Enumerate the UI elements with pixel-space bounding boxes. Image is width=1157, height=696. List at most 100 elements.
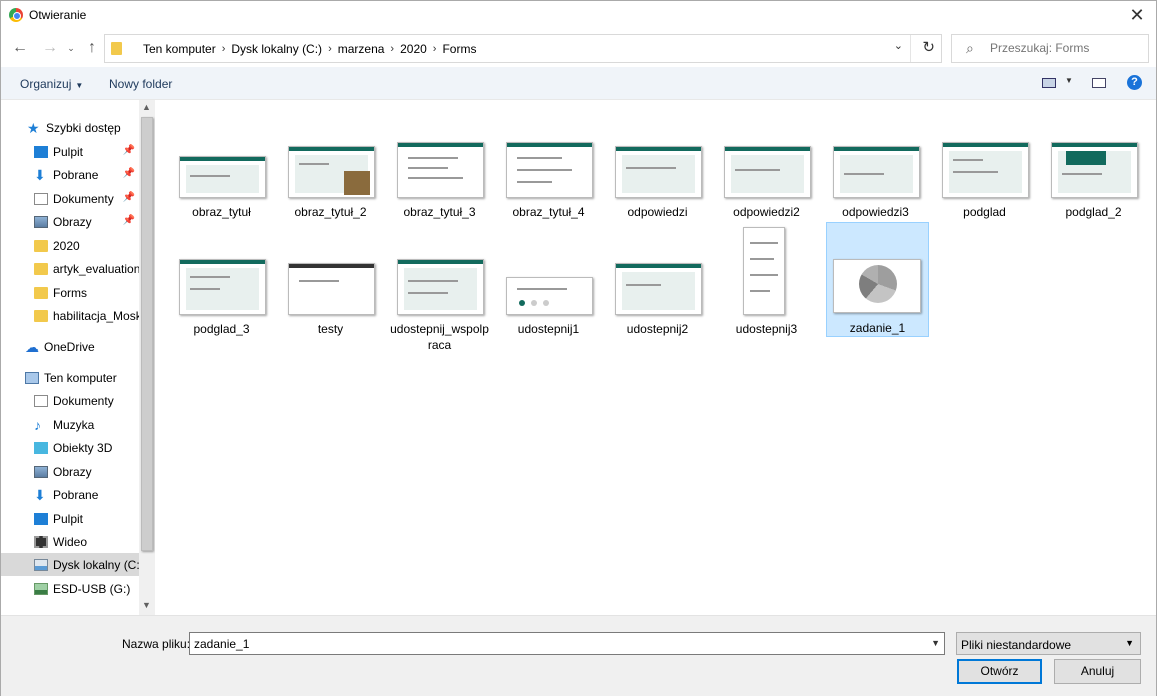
chevron-down-icon[interactable]: ⌄ [894,39,903,52]
sidebar-item-documents[interactable]: Dokumenty 📌 [1,187,139,210]
file-item[interactable]: obraz_tytuł_4 [498,136,601,251]
folder-icon [111,42,122,55]
new-folder-button[interactable]: Nowy folder [109,77,172,91]
breadcrumb-chevron-icon[interactable]: › [222,43,226,55]
open-file-dialog: Otwieranie ✕ ← → ⌄ ↑ Ten komputer › Dysk … [0,0,1157,696]
filetype-select[interactable]: Pliki niestandardowe ▼ [956,632,1141,655]
file-item[interactable]: udostepnij3 [716,223,819,338]
file-item[interactable]: udostepnij_wspolpraca [389,253,492,368]
sidebar-item-this-pc[interactable]: Ten komputer [1,366,139,389]
download-icon: ⬇ [34,166,46,183]
sidebar-item-local-disk[interactable]: Dysk lokalny (C:) [1,553,139,576]
file-item[interactable]: obraz_tytuł_3 [389,136,492,251]
view-options-chevron-icon[interactable]: ▼ [1065,76,1073,85]
breadcrumb-chevron-icon[interactable]: › [328,43,332,55]
search-box[interactable]: ⌕ [951,34,1149,63]
change-view-icon[interactable] [1042,78,1056,88]
sidebar-item-habilitacja[interactable]: habilitacja_Moskwa [1,304,139,327]
search-input[interactable] [990,41,1140,55]
forward-arrow-icon[interactable]: → [41,37,59,59]
file-item[interactable]: podglad_2 [1043,136,1146,251]
file-item[interactable]: testy [280,253,383,368]
cancel-button[interactable]: Anuluj [1054,659,1141,684]
sidebar-item-music[interactable]: ♪ Muzyka [1,413,139,436]
file-thumbnail [743,227,785,315]
sidebar-item-label: Dysk lokalny (C:) [53,557,139,572]
file-item[interactable]: obraz_tytuł_2 [280,136,383,251]
sidebar-item-usb[interactable]: ESD-USB (G:) [1,577,139,600]
folder-icon [34,262,48,275]
close-icon[interactable]: ✕ [1126,5,1148,27]
file-name: udostepnij2 [626,322,689,336]
file-item[interactable]: podglad [934,136,1037,251]
video-icon [34,535,48,548]
breadcrumb-chevron-icon[interactable]: › [390,43,394,55]
file-item[interactable]: udostepnij1 [498,253,601,368]
cloud-icon: ☁ [25,338,39,355]
file-name: odpowiedzi2 [733,205,800,219]
file-name: podglad [963,205,1006,219]
vertical-scrollbar[interactable]: ▲ ▼ [139,100,155,615]
chevron-down-icon: ▼ [1125,638,1134,648]
sidebar-item-pc-desktop[interactable]: Pulpit [1,507,139,530]
breadcrumb-item[interactable]: Ten komputer [143,42,216,56]
sidebar-item-quick-access[interactable]: ★ Szybki dostęp [1,116,139,139]
sidebar-item-pictures[interactable]: Obrazy 📌 [1,210,139,233]
organize-button[interactable]: Organizuj ▼ [20,77,83,91]
sidebar-item-artyk-evaluation[interactable]: artyk_evaluation [1,257,139,280]
desktop-icon [34,512,48,525]
filename-combobox[interactable]: ▼ [189,632,945,655]
sidebar-item-label: Obrazy [53,214,92,229]
sidebar-item-pc-documents[interactable]: Dokumenty [1,389,139,412]
refresh-icon[interactable]: ↻ [922,38,935,56]
file-thumbnail [942,142,1029,198]
up-arrow-icon[interactable]: ↑ [83,37,101,59]
sidebar-item-label: Ten komputer [44,370,117,385]
file-thumbnail [615,146,702,198]
back-arrow-icon[interactable]: ← [11,37,29,59]
breadcrumb-item[interactable]: Dysk lokalny (C:) [231,42,322,56]
navigation-bar: ← → ⌄ ↑ Ten komputer › Dysk lokalny (C:) ›… [1,31,1156,67]
navigation-pane: ★ Szybki dostęp Pulpit 📌 ⬇ Pobrane 📌 Dokumen… [1,100,155,615]
sidebar-item-video[interactable]: Wideo [1,530,139,553]
breadcrumb: Ten komputer › Dysk lokalny (C:) › marzena… [143,42,476,56]
sidebar-item-label: Dokumenty [53,393,114,408]
sidebar-item-label: artyk_evaluation [53,261,139,276]
documents-icon [34,192,48,205]
open-button[interactable]: Otwórz [957,659,1042,684]
file-item[interactable]: obraz_tytuł [171,136,274,251]
sidebar-item-downloads[interactable]: ⬇ Pobrane 📌 [1,163,139,186]
file-thumbnail [615,263,702,315]
address-bar[interactable]: Ten komputer › Dysk lokalny (C:) › marzena… [104,34,942,63]
preview-pane-icon[interactable] [1092,78,1106,88]
breadcrumb-item[interactable]: Forms [442,42,476,56]
breadcrumb-item[interactable]: marzena [338,42,385,56]
pin-icon: 📌 [122,145,135,156]
breadcrumb-chevron-icon[interactable]: › [433,43,437,55]
file-name: odpowiedzi [627,205,688,219]
sidebar-item-pc-downloads[interactable]: ⬇ Pobrane [1,483,139,506]
pictures-icon [34,215,48,228]
pin-icon: 📌 [122,168,135,179]
sidebar-item-pc-pictures[interactable]: Obrazy [1,460,139,483]
help-icon[interactable]: ? [1127,75,1142,90]
filename-label: Nazwa pliku: [122,637,191,651]
file-item[interactable]: podglad_3 [171,253,274,368]
music-icon: ♪ [34,416,41,433]
file-item-selected[interactable]: zadanie_1 [826,222,929,337]
scrollbar-thumb[interactable] [141,117,153,551]
filename-input[interactable] [194,637,914,651]
sidebar-item-onedrive[interactable]: ☁ OneDrive [1,335,139,358]
file-item[interactable]: odpowiedzi [607,136,710,251]
file-item[interactable]: udostepnij2 [607,253,710,368]
sidebar-item-3d-objects[interactable]: Obiekty 3D [1,436,139,459]
sidebar-item-desktop[interactable]: Pulpit 📌 [1,140,139,163]
chevron-down-icon[interactable]: ▼ [931,638,940,648]
scroll-down-arrow-icon[interactable]: ▼ [142,600,151,610]
sidebar-item-forms[interactable]: Forms [1,281,139,304]
breadcrumb-item[interactable]: 2020 [400,42,427,56]
recent-locations-chevron-icon[interactable]: ⌄ [65,37,77,59]
sidebar-item-label: OneDrive [44,339,95,354]
sidebar-item-2020[interactable]: 2020 [1,234,139,257]
scroll-up-arrow-icon[interactable]: ▲ [142,102,151,112]
